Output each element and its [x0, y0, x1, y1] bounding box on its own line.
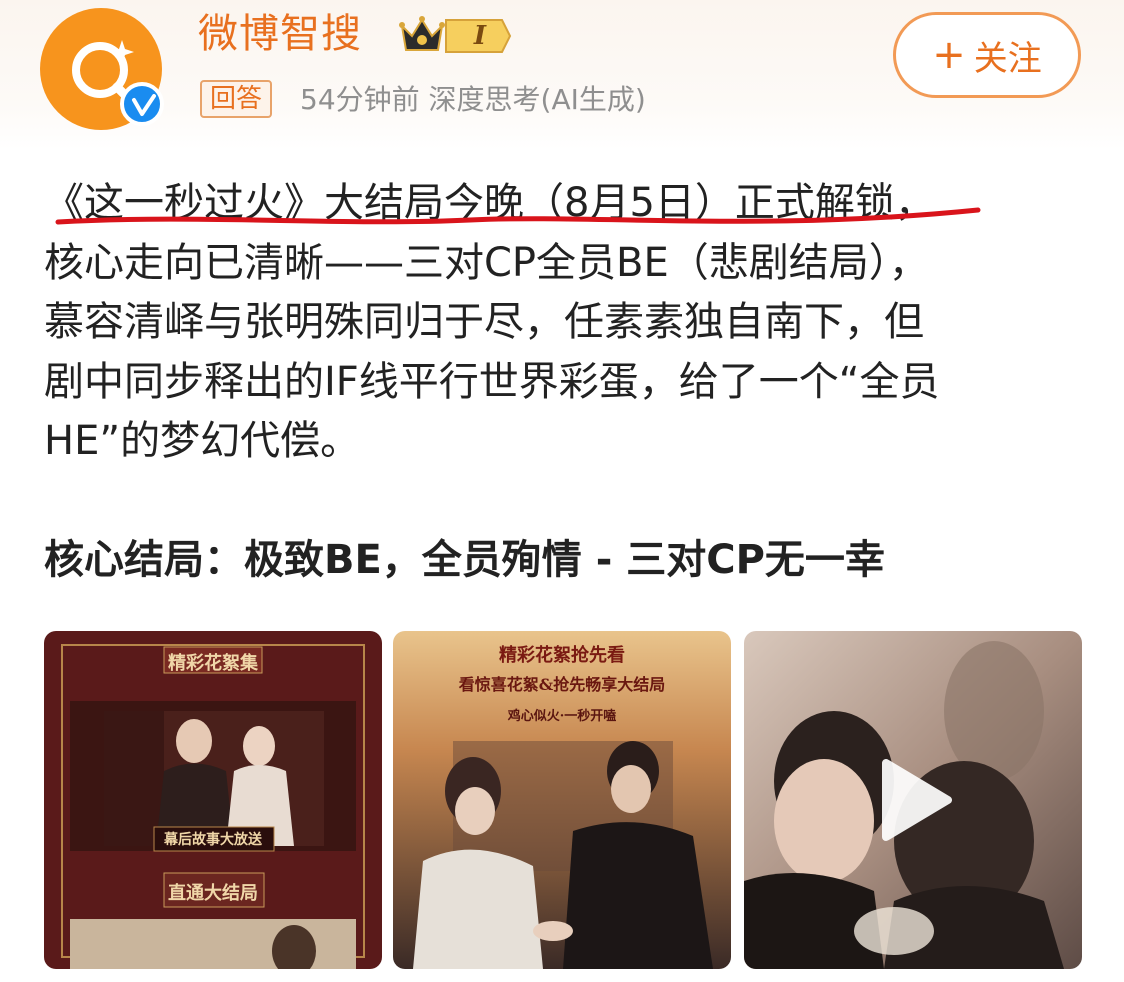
image-thumbnail-1[interactable]: 精彩花絮集 幕后故事大放送 直通大结局: [44, 631, 382, 969]
username[interactable]: 微博智搜: [198, 8, 362, 60]
verified-badge: [120, 82, 164, 126]
follow-label: 关注: [973, 38, 1042, 79]
post-line: 慕容清峄与张明殊同归于尽，任素素独自南下，但: [44, 299, 924, 346]
post-line: HE”的梦幻代偿。: [44, 418, 361, 465]
answer-tag: 回答: [200, 80, 273, 118]
section-heading: 核心结局：极致BE，全员殉情 - 三对CP无一幸: [44, 537, 885, 583]
image-top-text: 精彩花絮抢先看: [499, 645, 625, 666]
follow-button[interactable]: + 关注: [893, 12, 1081, 98]
post-line: 剧中同步释出的IF线平行世界彩蛋，给了一个“全员: [44, 358, 940, 405]
image-subtitle: 鸡心似火·一秒开嗑: [507, 709, 617, 724]
post-line: 《这一秒过火》大结局今晚（8月5日）正式解锁，: [44, 180, 935, 226]
image-caption: 幕后故事大放送: [164, 832, 262, 848]
video-thumbnail[interactable]: [744, 631, 1082, 969]
image-title: 精彩花絮集: [168, 653, 258, 674]
post-line: 核心走向已清晰——三对CP全员BE（悲剧结局），: [44, 239, 929, 286]
image-thumbnail-2[interactable]: 精彩花絮抢先看 看惊喜花絮&抢先畅享大结局 鸡心似火·一秒开嗑: [393, 631, 731, 969]
vip-crown-icon: [399, 16, 445, 51]
verified-check-icon: [132, 94, 156, 116]
post-meta: 54分钟前 深度思考(AI生成): [300, 83, 646, 116]
post-body: 《这一秒过火》大结局今晚（8月5日）正式解锁， 核心走向已清晰——三对CP全员B…: [44, 174, 1084, 472]
plus-icon: +: [932, 32, 966, 78]
image-footer: 直通大结局: [168, 883, 258, 904]
post-paragraph: 《这一秒过火》大结局今晚（8月5日）正式解锁， 核心走向已清晰——三对CP全员B…: [44, 174, 1084, 472]
vip-level-badge: I: [444, 18, 512, 54]
image-title: 看惊喜花絮&抢先畅享大结局: [458, 675, 666, 694]
vip-level-text: I: [473, 21, 487, 51]
